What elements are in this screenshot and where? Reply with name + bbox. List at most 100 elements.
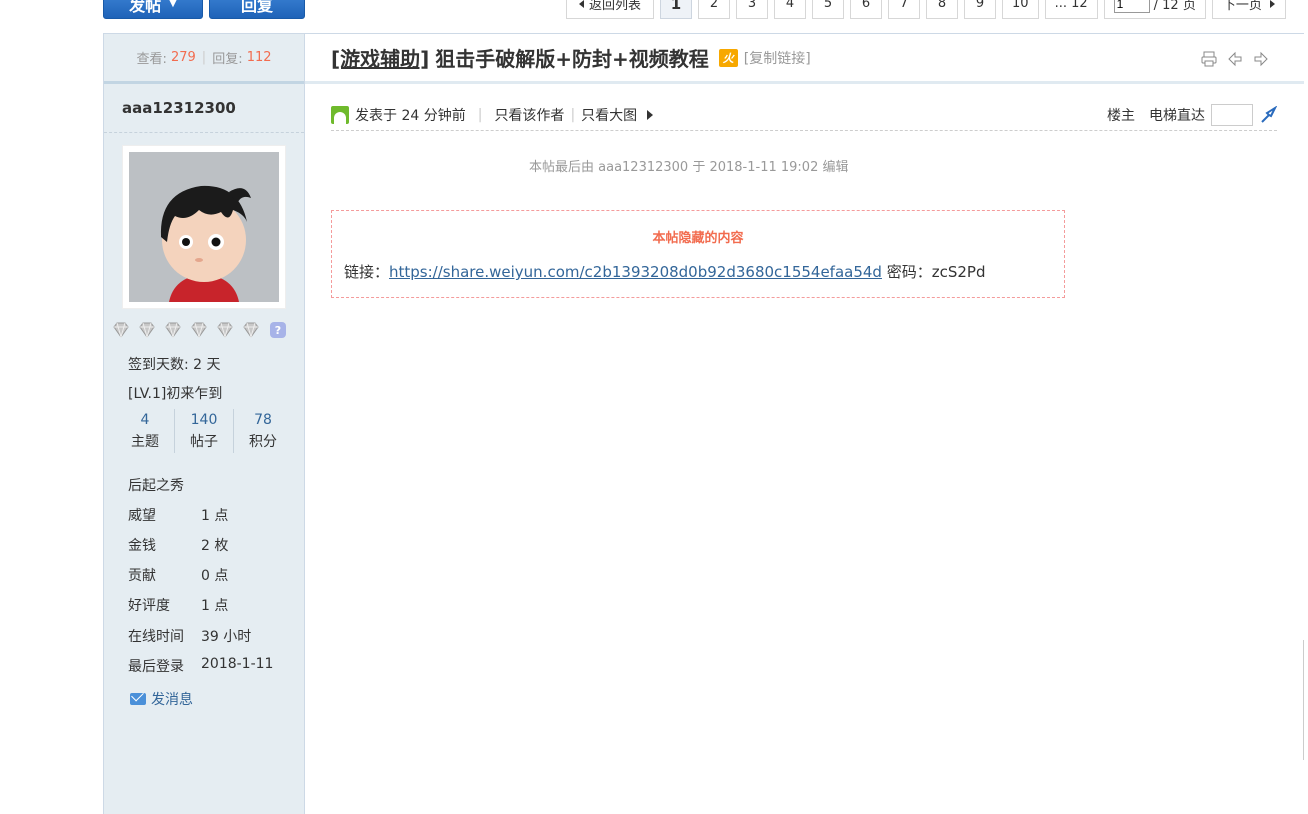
diamond-icon (165, 322, 181, 338)
hot-icon: 火 (718, 48, 738, 67)
topics-label: 主题 (131, 434, 159, 450)
page-link-9[interactable]: 9 (964, 0, 997, 19)
password-value: zcS2Pd (931, 263, 986, 281)
diamond-icon (191, 322, 207, 338)
online-status-icon (331, 106, 349, 124)
back-to-list-label: 返回列表 (589, 0, 642, 13)
profile-key: 好评度 (128, 598, 170, 614)
elevator-label: 电梯直达 (1149, 108, 1205, 124)
next-thread-icon[interactable] (1252, 50, 1270, 68)
post-container: 查看: 279 | 回复: 112 aaa12312300 ? 签到天数: 2 … (103, 33, 1304, 814)
diamond-icon (139, 322, 155, 338)
post-main: [游戏辅助] 狙击手破解版+防封+视频教程 火 [复制链接] 发表于 24 分钟… (305, 34, 1304, 814)
arrow-left-icon (579, 0, 584, 8)
thread-stats: 查看: 279 | 回复: 112 (104, 34, 304, 84)
edit-note: 本帖最后由 aaa12312300 于 2018-1-11 19:02 编辑 (529, 160, 849, 175)
diamond-icon (243, 322, 259, 338)
profile-row: 金钱 2 枚 (128, 535, 228, 555)
user-counts: 4 主题 140 帖子 78 积分 (116, 409, 292, 453)
back-to-list-link[interactable]: 返回列表 (566, 0, 655, 19)
views-label: 查看: (136, 52, 167, 67)
scrollbar[interactable] (1303, 640, 1308, 760)
floor-jump-input[interactable] (1211, 104, 1253, 126)
next-page-link[interactable]: 下一页 (1211, 0, 1286, 19)
page-link-6[interactable]: 6 (850, 0, 883, 19)
copy-link-button[interactable]: [复制链接] (744, 48, 811, 68)
reply-button[interactable]: 回复 (209, 0, 305, 19)
thread-title-text: 狙击手破解版+防封+视频教程 (435, 47, 709, 71)
arrow-right-icon (1269, 0, 1275, 8)
profile-row: 在线时间 39 小时 (128, 626, 251, 646)
profile-row: 好评度 1 点 (128, 595, 228, 615)
reply-label: 回复 (240, 0, 273, 15)
mail-icon (130, 693, 146, 705)
thread-tools (1200, 50, 1270, 68)
password-label: 密码： (886, 263, 932, 281)
thread-category-link[interactable]: [游戏辅助] (331, 43, 429, 72)
print-icon[interactable] (1200, 50, 1218, 68)
help-icon[interactable]: ? (270, 322, 286, 338)
link-label: 链接： (344, 263, 390, 281)
profile-value: 2 枚 (201, 538, 229, 554)
hidden-content-title: 本帖隐藏的内容 (652, 231, 744, 246)
profile-row: 最后登录 2018-1-11 (128, 656, 273, 676)
post-new-label: 发帖 (129, 0, 162, 15)
checkin-days: 签到天数: 2 天 (128, 357, 221, 373)
page-total: / 12 页 (1153, 0, 1196, 13)
points-label: 积分 (249, 434, 277, 450)
profile-value: 39 小时 (201, 629, 252, 645)
prev-thread-icon[interactable] (1226, 50, 1244, 68)
profile-key: 在线时间 (128, 629, 184, 645)
jump-go-icon[interactable] (1259, 106, 1277, 124)
posts-count[interactable]: 140 帖子 (175, 409, 234, 453)
arrow-right-icon (647, 110, 654, 120)
page-link-last[interactable]: ... 12 (1044, 0, 1098, 19)
profile-key: 威望 (128, 508, 156, 524)
thread-title: [游戏辅助] 狙击手破解版+防封+视频教程 火 [复制链接] (331, 34, 811, 81)
points-count[interactable]: 78 积分 (234, 409, 292, 453)
profile-row: 贡献 0 点 (128, 565, 228, 585)
page-link-5[interactable]: 5 (812, 0, 845, 19)
posts-label: 帖子 (190, 434, 218, 450)
profile-key: 金钱 (128, 538, 156, 554)
caret-down-icon: ▼ (169, 0, 177, 9)
author-name[interactable]: aaa12312300 (104, 84, 304, 133)
user-level[interactable]: [LV.1]初来乍到 (128, 383, 222, 403)
post-new-button[interactable]: 发帖 ▼ (103, 0, 203, 19)
page-link-4[interactable]: 4 (774, 0, 807, 19)
send-message-label: 发消息 (151, 692, 193, 708)
topics-count[interactable]: 4 主题 (116, 409, 175, 453)
hidden-content: 链接：https://share.weiyun.com/c2b1393208d0… (344, 261, 986, 282)
profile-value: 1 点 (201, 508, 229, 524)
avatar[interactable] (122, 145, 286, 309)
profile-row: 威望 1 点 (128, 505, 228, 525)
page-link-7[interactable]: 7 (888, 0, 921, 19)
replies-count: 112 (246, 50, 272, 65)
points-num: 78 (254, 412, 272, 428)
posts-num: 140 (190, 412, 218, 428)
profile-value: 2018-1-11 (201, 656, 274, 672)
floor-label: 楼主 (1107, 108, 1135, 124)
profile-value: 0 点 (201, 568, 229, 584)
profile-key: 最后登录 (128, 659, 184, 675)
only-author-link[interactable]: 只看该作者 (494, 105, 564, 125)
page-jump-input[interactable] (1113, 0, 1150, 13)
page-link-10[interactable]: 10 (1002, 0, 1039, 19)
avatar-image (129, 152, 279, 302)
author-sidebar: 查看: 279 | 回复: 112 aaa12312300 ? 签到天数: 2 … (104, 34, 305, 814)
share-link[interactable]: https://share.weiyun.com/c2b1393208d0b92… (389, 263, 882, 281)
views-count: 279 (170, 50, 196, 65)
profile-key: 贡献 (128, 568, 156, 584)
next-page-label: 下一页 (1222, 0, 1262, 13)
page-link-2[interactable]: 2 (698, 0, 731, 19)
post-meta: 发表于 24 分钟前 | 只看该作者 | 只看大图 楼主 电梯直达 (331, 100, 1277, 131)
only-images-link[interactable]: 只看大图 (581, 105, 637, 125)
pagination: 返回列表 1 2 3 4 5 6 7 8 9 10 ... 12 / 12 页 … (566, 0, 1292, 19)
page-link-8[interactable]: 8 (926, 0, 959, 19)
page-jump: / 12 页 (1103, 0, 1206, 19)
replies-label: 回复: (212, 52, 243, 67)
send-message-link[interactable]: 发消息 (130, 689, 193, 709)
post-time: 发表于 24 分钟前 (355, 108, 466, 124)
page-link-1[interactable]: 1 (660, 0, 693, 19)
page-link-3[interactable]: 3 (736, 0, 769, 19)
